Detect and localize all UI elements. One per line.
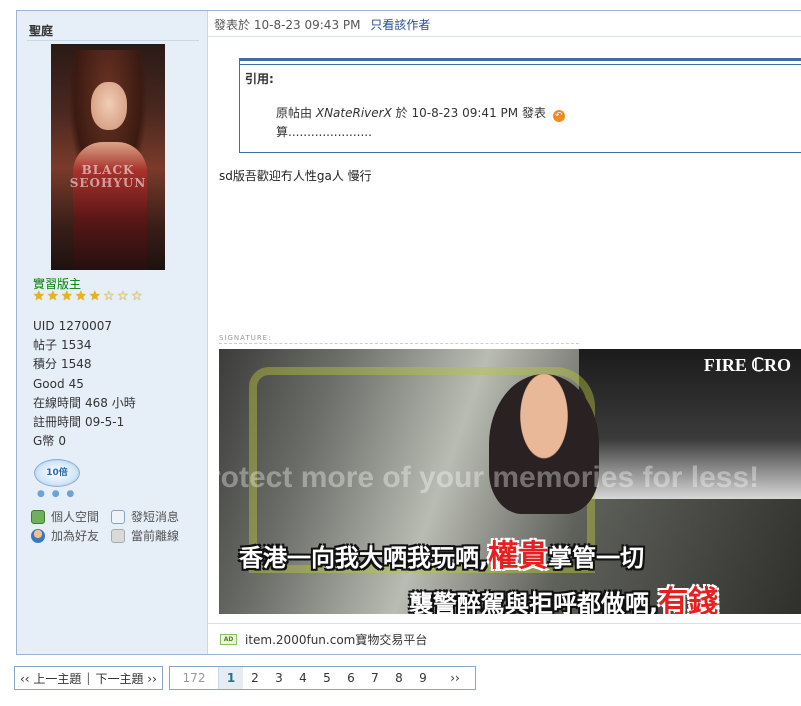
quote-source: 原帖由 XNateRiverX 於 10-8-23 09:41 PM 發表 ↶: [276, 104, 565, 122]
quote-content: 算......................: [276, 125, 372, 139]
rank-stars: ★ ★ ★ ★ ★ ☆ ☆ ☆: [33, 290, 144, 303]
post-message: sd版吾歡迎冇人性ga人 慢行: [219, 169, 372, 183]
quote-author[interactable]: XNateRiverX: [316, 106, 392, 120]
star-icon: ★: [33, 289, 45, 304]
page-link[interactable]: 3: [267, 667, 291, 689]
sig-caption-2: 襲警醉駕與拒呼都做哂,有錢: [409, 585, 719, 614]
author-only-link[interactable]: 只看該作者: [370, 18, 430, 32]
action-row: 加為好友 當前離線: [31, 526, 201, 545]
home-icon: [31, 509, 45, 524]
quote-block: 引用: 原帖由 XNateRiverX 於 10-8-23 09:41 PM 發…: [239, 58, 801, 153]
sig-caption-1: 香港一向我大哂我玩哂,權貴掌管一切: [239, 539, 645, 574]
nav-divider: |: [86, 671, 91, 685]
star-outline-icon: ☆: [103, 289, 115, 304]
info-uid: UID 1270007: [33, 319, 113, 333]
star-icon: ★: [89, 289, 101, 304]
next-thread-link[interactable]: 下一主題 ››: [95, 670, 156, 687]
page-link[interactable]: 8: [387, 667, 411, 689]
avatar-watermark: BLACK SEOHYUN: [69, 163, 147, 190]
page-link[interactable]: 4: [291, 667, 315, 689]
user-info: UID 1270007 帖子 1534 積分 1548 Good 45 在線時間 468 …: [33, 317, 136, 451]
avatar-body: [73, 142, 147, 270]
offline-status: 當前離線: [111, 527, 191, 544]
signature-label: SIGNATURE:: [219, 333, 579, 344]
divider: [208, 36, 801, 37]
info-online-time: 在線時間 468 小時: [33, 395, 136, 410]
info-points: 積分 1548: [33, 357, 92, 372]
avatar-face: [91, 82, 127, 130]
forum-post: 聖庭 BLACK SEOHYUN 實習版主 ★ ★ ★ ★ ★ ☆ ☆ ☆ UI…: [16, 10, 801, 655]
user-actions: 個人空間 發短消息 加為好友 當前離線: [31, 507, 201, 545]
page-link[interactable]: 6: [339, 667, 363, 689]
info-good: Good 45: [33, 376, 84, 391]
action-row: 個人空間 發短消息: [31, 507, 201, 526]
thread-navigation: ‹‹ 上一主題 | 下一主題 ››: [14, 666, 163, 690]
page-link[interactable]: 9: [411, 667, 435, 689]
quote-title: 引用:: [245, 72, 274, 86]
send-message-link[interactable]: 發短消息: [111, 508, 191, 525]
avatar[interactable]: BLACK SEOHYUN: [51, 44, 165, 270]
offline-icon: [111, 528, 125, 543]
info-register-date: 註冊時間 09-5-1: [33, 415, 125, 430]
star-icon: ★: [75, 289, 87, 304]
sig-sign: FIRE ℂRO: [703, 355, 791, 375]
signature-image[interactable]: FIRE ℂRO Protect more of your memories f…: [219, 349, 801, 614]
star-icon: ★: [47, 289, 59, 304]
post-meta: 發表於 10-8-23 09:43 PM 只看該作者: [214, 18, 431, 32]
sig-watermark: Protect more of your memories for less!: [219, 461, 760, 494]
add-friend-link[interactable]: 加為好友: [31, 527, 111, 544]
dots-icon: ● ● ●: [37, 489, 77, 499]
online-medal-icon: 10倍: [34, 459, 80, 487]
author-name[interactable]: 聖庭: [29, 22, 53, 39]
post-content: 發表於 10-8-23 09:43 PM 只看該作者 引用: 原帖由 XNate…: [208, 11, 801, 654]
star-icon: ★: [61, 289, 73, 304]
prev-thread-link[interactable]: ‹‹ 上一主題: [20, 670, 81, 687]
page-link[interactable]: 7: [363, 667, 387, 689]
home-link[interactable]: 個人空間: [31, 508, 111, 525]
author-sidebar: 聖庭 BLACK SEOHYUN 實習版主 ★ ★ ★ ★ ★ ☆ ☆ ☆ UI…: [17, 11, 208, 654]
page-current: 1: [219, 667, 243, 689]
total-pages: 172: [170, 667, 219, 689]
divider: [27, 40, 199, 41]
info-posts: 帖子 1534: [33, 338, 92, 353]
star-outline-icon: ☆: [131, 289, 143, 304]
ad-text: item.2000fun.com寶物交易平台: [245, 633, 428, 647]
ad-icon: AD: [220, 634, 237, 645]
star-outline-icon: ☆: [117, 289, 129, 304]
divider: [208, 623, 801, 624]
go-to-post-icon[interactable]: ↶: [552, 110, 565, 122]
next-page-button[interactable]: ››: [435, 667, 475, 689]
page-link[interactable]: 5: [315, 667, 339, 689]
page-link[interactable]: 2: [243, 667, 267, 689]
pagination: 172 1 2 3 4 5 6 7 8 9 ››: [169, 666, 476, 690]
add-friend-icon: [31, 528, 45, 543]
ad-link[interactable]: AD item.2000fun.com寶物交易平台: [220, 631, 427, 648]
info-coins: G幣 0: [33, 434, 66, 449]
message-icon: [111, 509, 125, 524]
